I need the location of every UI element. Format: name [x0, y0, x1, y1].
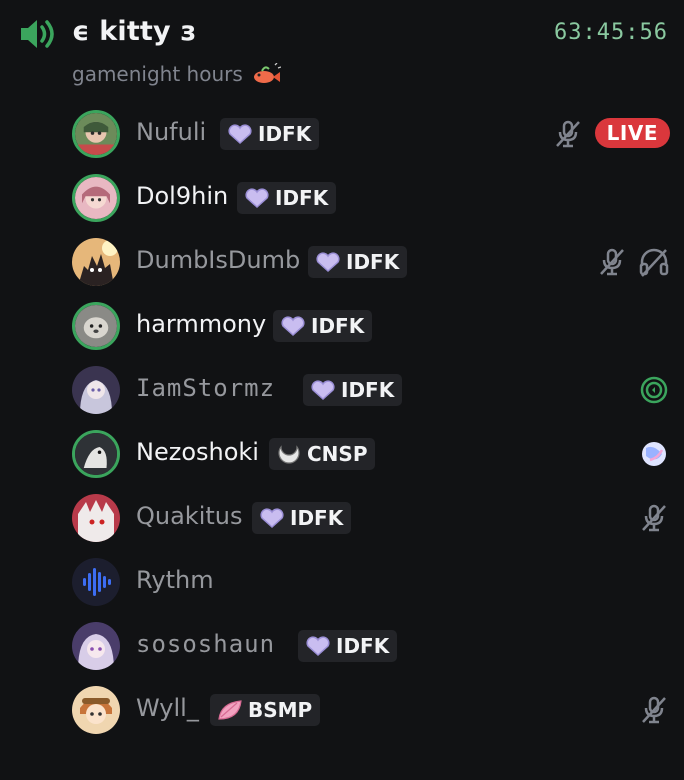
voice-user-row[interactable]: harmmony IDFK	[0, 294, 684, 358]
leaf-badge-icon	[218, 700, 242, 720]
heart-badge-icon	[245, 188, 269, 209]
username: Quakitus	[136, 502, 243, 530]
avatar[interactable]	[72, 494, 120, 542]
live-badge[interactable]: LIVE	[594, 118, 670, 148]
orb-icon	[642, 442, 666, 466]
heart-badge-icon	[306, 636, 330, 657]
username: Nezoshoki	[136, 438, 259, 466]
server-tag-label: BSMP	[248, 698, 313, 722]
server-tag[interactable]: IDFK	[220, 118, 320, 150]
voice-user-row[interactable]: Nufuli IDFK LIVE	[0, 102, 684, 166]
server-tag-label: IDFK	[311, 314, 365, 338]
voice-user-list: Nufuli IDFK LIVE Dol9hin IDFK DumbIsDumb	[0, 102, 684, 742]
muted-mic-icon	[642, 504, 666, 532]
voice-channel-header[interactable]: ϵ kitty з 63:45:56 gamenight hours	[0, 0, 684, 100]
server-tag[interactable]: IDFK	[303, 374, 403, 406]
moon-badge-icon	[278, 445, 300, 464]
server-tag[interactable]: IDFK	[308, 246, 408, 278]
fish-emoji	[254, 63, 282, 83]
voice-user-row[interactable]: Dol9hin IDFK	[0, 166, 684, 230]
avatar[interactable]	[72, 238, 120, 286]
server-tag[interactable]: IDFK	[273, 310, 373, 342]
server-tag-label: CNSP	[307, 442, 368, 466]
avatar[interactable]	[72, 622, 120, 670]
activity-icon	[640, 376, 668, 404]
username: Wyll_	[136, 694, 199, 722]
heart-badge-icon	[228, 124, 252, 145]
muted-mic-icon	[600, 248, 624, 276]
server-tag-label: IDFK	[346, 250, 400, 274]
server-tag-label: IDFK	[275, 186, 329, 210]
call-timer: 63:45:56	[554, 20, 668, 45]
voice-user-row[interactable]: IamStormz IDFK	[0, 358, 684, 422]
voice-user-row[interactable]: Quakitus IDFK	[0, 486, 684, 550]
voice-user-row[interactable]: Nezoshoki CNSP	[0, 422, 684, 486]
username: sososhaun	[136, 630, 276, 658]
voice-user-row[interactable]: Wyll_ BSMP	[0, 678, 684, 742]
server-tag-label: IDFK	[336, 634, 390, 658]
deafened-icon	[639, 248, 669, 277]
muted-mic-icon	[642, 696, 666, 724]
avatar[interactable]	[72, 558, 120, 606]
username: Rythm	[136, 566, 214, 594]
speaker-icon	[21, 20, 54, 48]
username: DumbIsDumb	[136, 246, 301, 274]
username: harmmony	[136, 310, 267, 338]
avatar[interactable]	[72, 366, 120, 414]
voice-user-row[interactable]: Rythm	[0, 550, 684, 614]
server-tag[interactable]: IDFK	[298, 630, 398, 662]
voice-user-row[interactable]: sososhaun IDFK	[0, 614, 684, 678]
avatar[interactable]	[72, 430, 120, 478]
avatar[interactable]	[72, 110, 120, 158]
channel-status: gamenight hours	[72, 62, 282, 86]
server-tag-label: IDFK	[341, 378, 395, 402]
voice-user-row[interactable]: DumbIsDumb IDFK	[0, 230, 684, 294]
avatar[interactable]	[72, 686, 120, 734]
avatar[interactable]	[72, 302, 120, 350]
server-tag[interactable]: CNSP	[269, 438, 376, 470]
heart-badge-icon	[316, 252, 340, 273]
server-tag-label: IDFK	[258, 122, 312, 146]
username: Nufuli	[136, 118, 207, 146]
heart-badge-icon	[311, 380, 335, 401]
server-tag-label: IDFK	[290, 506, 344, 530]
heart-badge-icon	[260, 508, 284, 529]
heart-badge-icon	[281, 316, 305, 337]
username: IamStormz	[136, 374, 276, 402]
server-tag[interactable]: IDFK	[237, 182, 337, 214]
channel-name[interactable]: ϵ kitty з	[72, 16, 196, 47]
avatar[interactable]	[72, 174, 120, 222]
server-tag[interactable]: BSMP	[210, 694, 321, 726]
channel-status-text: gamenight hours	[72, 62, 243, 86]
server-tag[interactable]: IDFK	[252, 502, 352, 534]
muted-mic-icon	[556, 120, 580, 148]
username: Dol9hin	[136, 182, 229, 210]
